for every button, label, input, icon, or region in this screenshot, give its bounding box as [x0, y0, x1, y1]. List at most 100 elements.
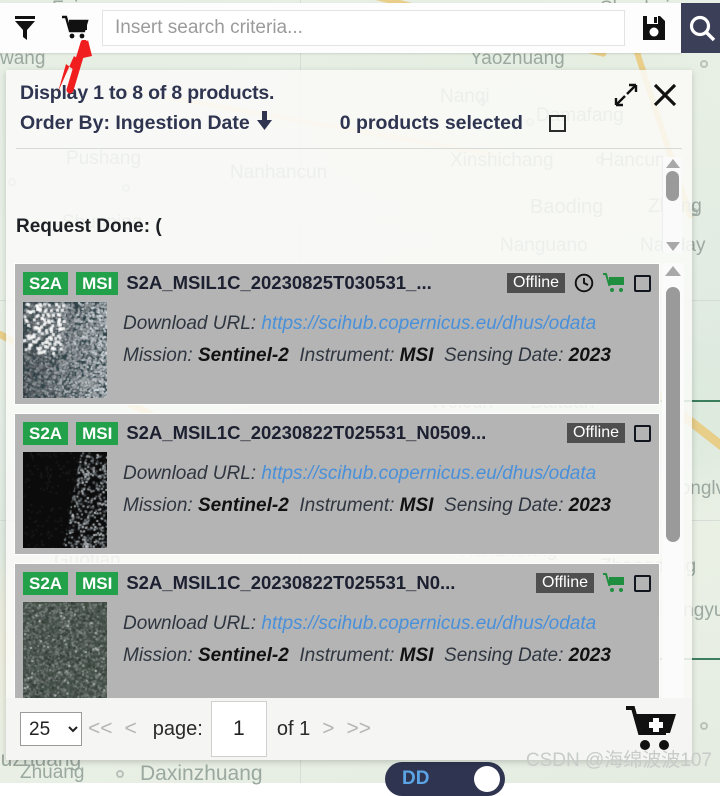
download-url-link[interactable]: https://scihub.copernicus.eu/dhus/odata [261, 463, 596, 484]
mission-value: Sentinel-2 [198, 345, 289, 366]
request-status-box: Request Done: ( footprint:"Intersects(PO… [16, 157, 682, 253]
scroll-down-arrow[interactable] [666, 242, 680, 251]
product-title[interactable]: S2A_MSIL1C_20230822T025531_N0509... [126, 422, 559, 444]
pill-knob[interactable] [474, 766, 500, 792]
download-url-link[interactable]: https://scihub.copernicus.eu/dhus/odata [261, 313, 596, 334]
download-url-line: Download URL: https://scihub.copernicus.… [123, 458, 651, 490]
satellite-tag: S2A [23, 572, 68, 595]
list-scroll-up-arrow[interactable] [665, 266, 681, 276]
checkbox-icon[interactable] [634, 575, 651, 592]
map-label: Daxinzhuang [140, 762, 263, 786]
last-page-button[interactable]: >> [346, 717, 371, 741]
product-title[interactable]: S2A_MSIL1C_20230822T025531_N0... [126, 572, 528, 594]
product-thumbnail[interactable] [23, 452, 107, 548]
product-thumbnail[interactable] [23, 302, 107, 398]
shopping-cart-icon[interactable] [603, 573, 625, 593]
product-card[interactable]: S2A MSI S2A_MSIL1C_20230825T030531_... Offl… [14, 263, 660, 405]
sensing-date-value: 2023 [569, 345, 611, 366]
clock-icon[interactable] [574, 273, 594, 293]
page-size-select[interactable]: 255075100 [20, 712, 82, 746]
status-badge: Offline [536, 573, 594, 593]
list-scroll-thumb[interactable] [666, 287, 680, 542]
floppy-save-icon[interactable] [627, 3, 681, 53]
map-label: Zhuang [20, 762, 84, 784]
satellite-tag: S2A [23, 272, 68, 295]
watermark-text: CSDN @海绵波波107 [526, 745, 712, 772]
instrument-tag: MSI [76, 272, 118, 295]
instrument-label: Instrument: [299, 345, 399, 366]
mission-label: Mission: [123, 645, 198, 666]
sensing-date-label: Sensing Date: [444, 495, 569, 516]
product-thumbnail[interactable] [23, 602, 107, 698]
first-page-button[interactable]: << [88, 717, 113, 741]
display-count-label: Display 1 to 8 of 8 products. [20, 82, 678, 105]
selected-count-label: 0 products selected [340, 112, 523, 135]
select-all-checkbox[interactable] [549, 115, 566, 132]
satellite-tag: S2A [23, 422, 68, 445]
request-scrollbar[interactable] [662, 157, 682, 253]
request-done-label: Request Done: ( [16, 216, 162, 237]
total-pages-label: of 1 [277, 718, 310, 741]
product-thumbnail-image [23, 302, 107, 398]
download-url-label: Download URL: [123, 313, 261, 334]
prev-page-button[interactable]: < [125, 717, 137, 741]
download-url-line: Download URL: https://scihub.copernicus.… [123, 308, 651, 340]
sensing-date-label: Sensing Date: [444, 345, 569, 366]
order-by-control[interactable]: Order By: Ingestion Date [20, 111, 272, 136]
pill-label: DD [402, 768, 429, 790]
instrument-tag: MSI [76, 572, 118, 595]
download-url-line: Download URL: https://scihub.copernicus.… [123, 608, 651, 640]
status-badge: Offline [507, 273, 565, 293]
instrument-value: MSI [400, 495, 434, 516]
product-list: S2A MSI S2A_MSIL1C_20230825T030531_... Offl… [14, 263, 660, 760]
search-toolbar [0, 3, 681, 53]
shopping-cart-icon[interactable] [50, 3, 100, 53]
product-metadata: Download URL: https://scihub.copernicus.… [123, 602, 651, 698]
mission-label: Mission: [123, 495, 198, 516]
product-thumbnail-image [23, 452, 107, 548]
search-field-wrapper[interactable] [102, 10, 625, 46]
product-actions: Offline [528, 573, 651, 593]
close-x-icon[interactable] [652, 82, 678, 113]
bottom-toggle-pill[interactable]: DD [385, 762, 505, 796]
checkbox-icon[interactable] [634, 425, 651, 442]
sensing-date-label: Sensing Date: [444, 645, 569, 666]
mission-label: Mission: [123, 345, 198, 366]
scroll-thumb[interactable] [666, 171, 679, 201]
product-list-scrollbar[interactable] [662, 263, 684, 760]
product-attributes-line: Mission: Sentinel-2 Instrument: MSI Sens… [123, 490, 651, 522]
search-magnifier-icon[interactable] [681, 3, 720, 53]
results-header: Display 1 to 8 of 8 products. Order By: … [6, 70, 692, 144]
instrument-value: MSI [400, 645, 434, 666]
product-title[interactable]: S2A_MSIL1C_20230825T030531_... [126, 272, 499, 294]
next-page-button[interactable]: > [322, 717, 334, 741]
page-number-input[interactable] [211, 701, 267, 757]
product-card[interactable]: S2A MSI S2A_MSIL1C_20230822T025531_N0... Of… [14, 563, 660, 705]
shopping-cart-icon[interactable] [603, 273, 625, 293]
search-input[interactable] [103, 17, 624, 39]
arrow-down-icon[interactable] [257, 111, 272, 136]
order-by-label: Order By: Ingestion Date [20, 112, 250, 135]
header-divider [16, 148, 682, 149]
product-actions: Offline [499, 273, 651, 293]
download-url-label: Download URL: [123, 613, 261, 634]
filter-funnel-icon[interactable] [0, 3, 50, 53]
page-label: page: [153, 718, 203, 741]
expand-diagonal-icon[interactable] [614, 83, 638, 112]
request-status-text: Request Done: ( footprint:"Intersects(PO… [16, 157, 682, 253]
instrument-label: Instrument: [299, 645, 399, 666]
instrument-label: Instrument: [299, 495, 399, 516]
instrument-value: MSI [400, 345, 434, 366]
instrument-tag: MSI [76, 422, 118, 445]
product-actions: Offline [559, 423, 651, 443]
product-metadata: Download URL: https://scihub.copernicus.… [123, 452, 651, 548]
checkbox-icon[interactable] [634, 275, 651, 292]
mission-value: Sentinel-2 [198, 495, 289, 516]
product-attributes-line: Mission: Sentinel-2 Instrument: MSI Sens… [123, 340, 651, 372]
product-metadata: Download URL: https://scihub.copernicus.… [123, 302, 651, 398]
search-results-panel: Display 1 to 8 of 8 products. Order By: … [6, 70, 692, 760]
download-url-label: Download URL: [123, 463, 261, 484]
scroll-up-arrow[interactable] [666, 159, 680, 168]
download-url-link[interactable]: https://scihub.copernicus.eu/dhus/odata [261, 613, 596, 634]
product-card[interactable]: S2A MSI S2A_MSIL1C_20230822T025531_N0509..… [14, 413, 660, 555]
